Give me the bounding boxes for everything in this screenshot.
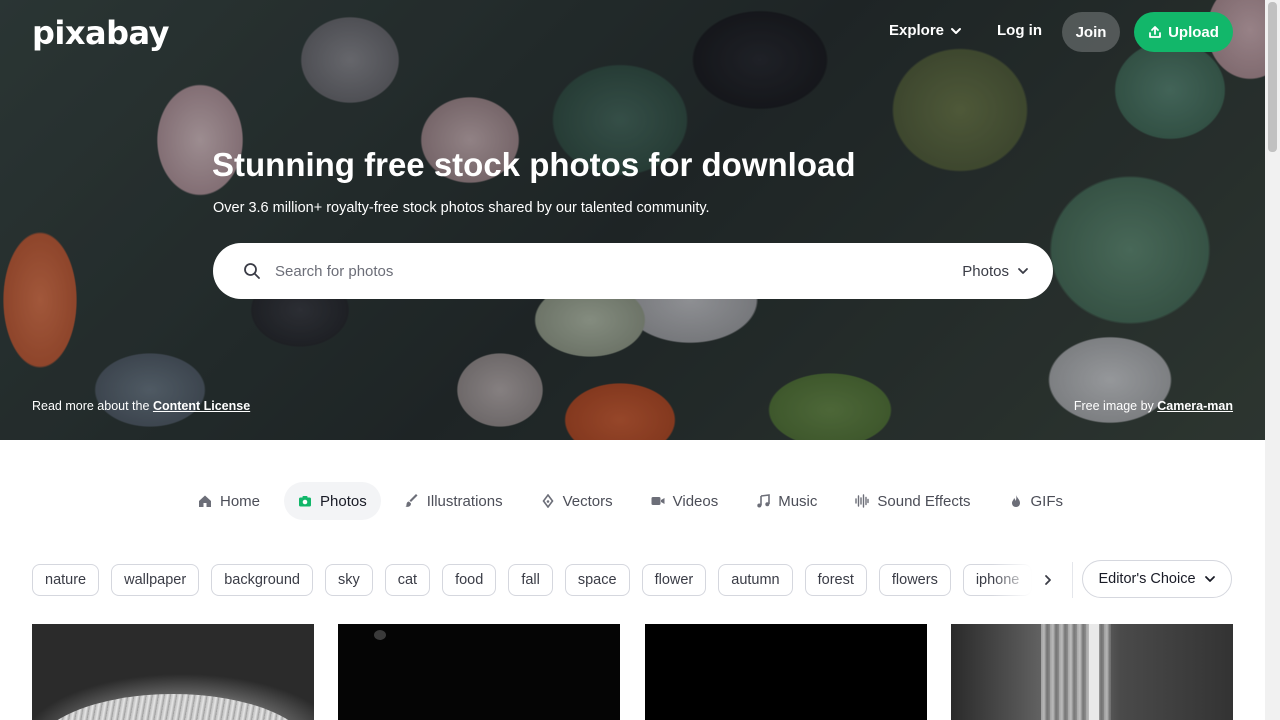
tag-chip-flowers[interactable]: flowers (878, 564, 951, 596)
photo-thumbnail[interactable] (32, 624, 314, 720)
tab-home[interactable]: Home (184, 482, 274, 520)
license-note: Read more about the Content License (32, 399, 250, 413)
tag-chip-fall[interactable]: fall (508, 564, 553, 596)
login-link[interactable]: Log in (997, 22, 1042, 39)
editors-choice-dropdown[interactable]: Editor's Choice (1082, 560, 1232, 598)
search-icon[interactable] (243, 262, 261, 280)
credit-prefix: Free image by (1073, 399, 1154, 413)
tag-chip-forest[interactable]: forest (804, 564, 867, 596)
brush-icon (405, 494, 418, 507)
upload-label: Upload (1168, 23, 1219, 41)
flame-icon (1011, 495, 1020, 507)
chevron-right-icon (1045, 575, 1051, 585)
video-icon (651, 497, 665, 505)
join-button[interactable]: Join (1062, 12, 1120, 52)
chips-next-button[interactable] (1036, 566, 1060, 594)
curtain-shape (1041, 624, 1111, 720)
tab-photos[interactable]: Photos (284, 482, 381, 520)
tag-chip-autumn[interactable]: autumn (718, 564, 793, 596)
tab-vectors[interactable]: Vectors (527, 482, 627, 520)
scrollbar-thumb[interactable] (1268, 2, 1277, 152)
chevron-down-icon (951, 27, 962, 34)
media-type-dropdown[interactable]: Photos (962, 263, 1029, 280)
tag-chip-cat[interactable]: cat (384, 564, 431, 596)
media-tabs: Home Photos Illustrations Vectors Videos… (184, 482, 1087, 520)
explore-label: Explore (889, 22, 945, 39)
photo-thumbnail[interactable] (645, 624, 927, 720)
page-scrollbar[interactable] (1265, 0, 1280, 720)
hero-banner: pixabay Explore Log in Join Upload Stunn… (0, 0, 1265, 440)
explore-menu-button[interactable]: Explore (889, 22, 962, 39)
tab-label: Illustrations (426, 492, 503, 510)
license-prefix: Read more about the (32, 399, 150, 413)
content-license-link[interactable]: Content License (153, 399, 250, 413)
editors-choice-label: Editor's Choice (1098, 571, 1196, 587)
window-frame-shape (1089, 624, 1099, 720)
home-icon (199, 495, 211, 507)
tab-label: Home (220, 492, 261, 510)
search-input[interactable] (273, 261, 917, 281)
tag-chips-row: nature wallpaper background sky cat food… (32, 564, 1032, 596)
media-type-label: Photos (962, 262, 1009, 280)
highlight-spot (374, 630, 386, 640)
waveform-icon (855, 494, 870, 508)
page-title: Stunning free stock photos for download (212, 146, 856, 183)
credit-author-link[interactable]: Camera-man (1157, 399, 1233, 413)
tab-label: Vectors (562, 492, 613, 510)
upload-icon (1149, 26, 1161, 38)
tag-chip-food[interactable]: food (442, 564, 497, 596)
camera-icon (299, 496, 312, 507)
image-credit: Free image by Camera-man (1074, 399, 1233, 413)
tab-videos[interactable]: Videos (637, 482, 733, 520)
tab-music[interactable]: Music (742, 482, 831, 520)
chips-fade (992, 564, 1032, 596)
tag-chip-sky[interactable]: sky (324, 564, 373, 596)
tab-label: Sound Effects (877, 492, 971, 510)
chevron-down-icon (1018, 268, 1028, 274)
tab-label: Videos (672, 492, 719, 510)
music-note-icon (757, 494, 771, 508)
page-subtitle: Over 3.6 million+ royalty-free stock pho… (213, 200, 710, 216)
search-bar: Photos (213, 243, 1053, 299)
photo-thumbnail[interactable] (338, 624, 620, 720)
tag-chip-wallpaper[interactable]: wallpaper (111, 564, 200, 596)
tab-label: GIFs (1030, 492, 1064, 510)
tag-chip-flower[interactable]: flower (641, 564, 707, 596)
filter-divider (1072, 562, 1073, 598)
tag-chip-nature[interactable]: nature (32, 564, 100, 596)
tab-label: Music (778, 492, 818, 510)
photo-thumbnail[interactable] (951, 624, 1233, 720)
tab-gifs[interactable]: GIFs (995, 482, 1078, 520)
tab-label: Photos (320, 492, 367, 510)
tab-sound-effects[interactable]: Sound Effects (841, 482, 984, 520)
pen-nib-icon (542, 494, 554, 508)
chevron-down-icon (1204, 576, 1215, 582)
photo-grid (32, 624, 1233, 720)
book-pages-shape (33, 694, 313, 720)
upload-button[interactable]: Upload (1134, 12, 1233, 52)
tag-chip-space[interactable]: space (564, 564, 630, 596)
tag-chip-background[interactable]: background (211, 564, 313, 596)
pixabay-logo[interactable]: pixabay (32, 14, 169, 52)
tab-illustrations[interactable]: Illustrations (391, 482, 517, 520)
